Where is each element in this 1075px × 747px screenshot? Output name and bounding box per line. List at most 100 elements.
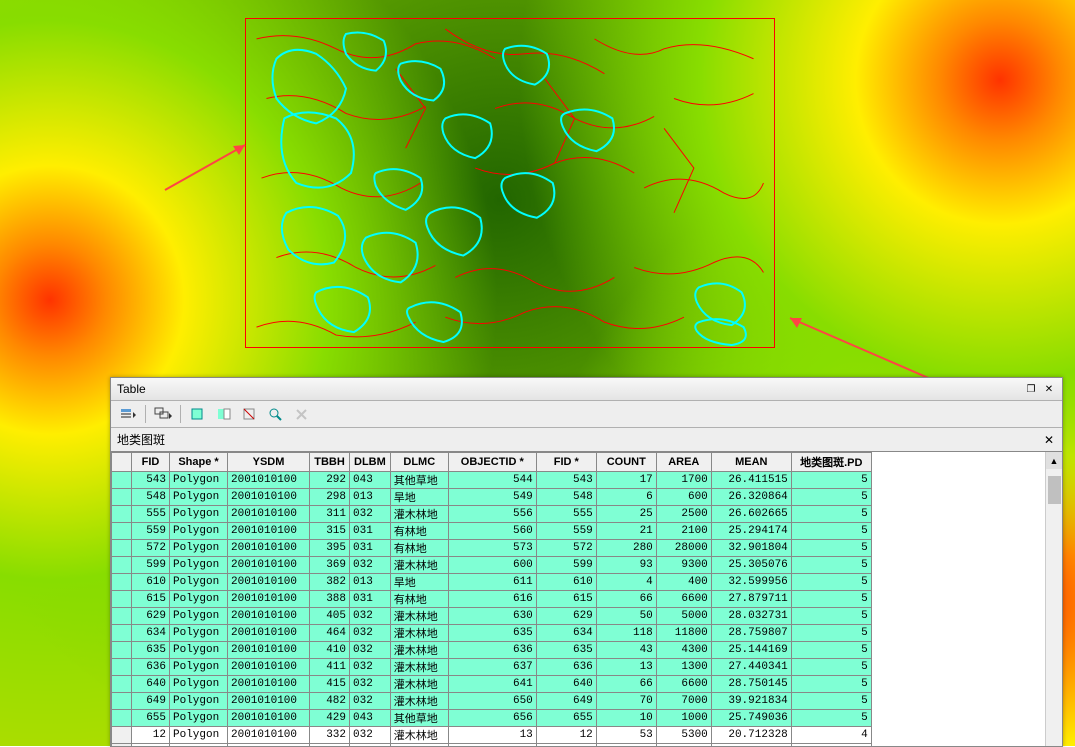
cell-ysdm[interactable]: 2001010100: [228, 574, 310, 591]
cell-tbbh[interactable]: 410: [310, 642, 350, 659]
cell-count[interactable]: 4: [596, 574, 656, 591]
cell-fid2[interactable]: 548: [536, 489, 596, 506]
cell-count[interactable]: 93: [596, 557, 656, 574]
cell-dlmc[interactable]: 灌木林地: [390, 625, 448, 642]
cell-count[interactable]: 17: [596, 472, 656, 489]
table-row[interactable]: 649 Polygon 2001010100 482 032 灌木林地 650 …: [112, 693, 872, 710]
row-header-cell[interactable]: [112, 506, 132, 523]
table-row[interactable]: 12 Polygon 2001010100 332 032 灌木林地 13 12…: [112, 727, 872, 744]
cell-pd[interactable]: 5: [791, 659, 871, 676]
cell-dlbm[interactable]: 032: [350, 642, 391, 659]
cell-dlmc[interactable]: 其他草地: [390, 472, 448, 489]
cell-pd[interactable]: 5: [791, 710, 871, 727]
cell-mean[interactable]: 27.440341: [711, 659, 791, 676]
cell-pd[interactable]: 5: [791, 591, 871, 608]
cell-ysdm[interactable]: 2001010100: [228, 557, 310, 574]
row-header-cell[interactable]: [112, 625, 132, 642]
cell-mean[interactable]: 20.712328: [711, 727, 791, 744]
cell-count[interactable]: 25: [596, 506, 656, 523]
cell-count[interactable]: 10: [596, 710, 656, 727]
cell-tbbh[interactable]: 405: [310, 608, 350, 625]
cell-tbbh[interactable]: 315: [310, 523, 350, 540]
cell-dlmc[interactable]: 旱地: [390, 489, 448, 506]
cell-dlbm[interactable]: 032: [350, 557, 391, 574]
table-row[interactable]: 610 Polygon 2001010100 382 013 旱地 611 61…: [112, 574, 872, 591]
table-row[interactable]: 640 Polygon 2001010100 415 032 灌木林地 641 …: [112, 676, 872, 693]
table-row[interactable]: 548 Polygon 2001010100 298 013 旱地 549 54…: [112, 489, 872, 506]
cell-count[interactable]: 6: [596, 489, 656, 506]
cell-dlmc[interactable]: 其他草地: [390, 710, 448, 727]
cell-fid[interactable]: 572: [132, 540, 170, 557]
select-by-attributes-button[interactable]: [187, 404, 209, 424]
cell-count[interactable]: 21: [596, 523, 656, 540]
cell-shape[interactable]: Polygon: [170, 608, 228, 625]
row-header-cell[interactable]: [112, 472, 132, 489]
cell-tbbh[interactable]: 482: [310, 693, 350, 710]
cell-shape[interactable]: Polygon: [170, 591, 228, 608]
cell-count[interactable]: 13: [596, 659, 656, 676]
cell-fid[interactable]: 559: [132, 523, 170, 540]
row-header-cell[interactable]: [112, 642, 132, 659]
cell-tbbh[interactable]: 311: [310, 506, 350, 523]
cell-dlbm[interactable]: 031: [350, 591, 391, 608]
clear-selection-button[interactable]: [239, 404, 261, 424]
cell-pd[interactable]: 5: [791, 608, 871, 625]
row-header-cell[interactable]: [112, 489, 132, 506]
col-count[interactable]: COUNT: [596, 453, 656, 472]
row-header-cell[interactable]: [112, 676, 132, 693]
related-tables-menu[interactable]: [152, 404, 174, 424]
cell-shape[interactable]: Polygon: [170, 489, 228, 506]
cell-tbbh[interactable]: 429: [310, 710, 350, 727]
close-button[interactable]: ✕: [1042, 382, 1056, 396]
cell-objectid[interactable]: 635: [448, 625, 536, 642]
cell-dlbm[interactable]: 031: [350, 540, 391, 557]
table-row[interactable]: 655 Polygon 2001010100 429 043 其他草地 656 …: [112, 710, 872, 727]
cell-pd[interactable]: 5: [791, 540, 871, 557]
cell-mean[interactable]: 27.879711: [711, 591, 791, 608]
delete-selection-button[interactable]: [291, 404, 313, 424]
row-header-cell[interactable]: [112, 710, 132, 727]
cell-fid2[interactable]: 635: [536, 642, 596, 659]
cell-dlbm[interactable]: 032: [350, 608, 391, 625]
cell-dlbm[interactable]: 032: [350, 727, 391, 744]
cell-mean[interactable]: 26.320864: [711, 489, 791, 506]
cell-area[interactable]: 5300: [656, 727, 711, 744]
cell-pd[interactable]: 5: [791, 523, 871, 540]
table-row[interactable]: 555 Polygon 2001010100 311 032 灌木林地 556 …: [112, 506, 872, 523]
cell-pd[interactable]: 5: [791, 489, 871, 506]
cell-ysdm[interactable]: 2001010100: [228, 693, 310, 710]
cell-dlbm[interactable]: 013: [350, 574, 391, 591]
tab-close-button[interactable]: ✕: [1042, 433, 1056, 447]
cell-fid[interactable]: 636: [132, 659, 170, 676]
cell-objectid[interactable]: 650: [448, 693, 536, 710]
cell-dlbm[interactable]: 031: [350, 523, 391, 540]
cell-shape[interactable]: Polygon: [170, 523, 228, 540]
cell-shape[interactable]: Polygon: [170, 693, 228, 710]
cell-shape[interactable]: Polygon: [170, 472, 228, 489]
cell-count[interactable]: 66: [596, 676, 656, 693]
cell-dlbm[interactable]: 032: [350, 659, 391, 676]
cell-mean[interactable]: 25.749036: [711, 710, 791, 727]
cell-mean[interactable]: 39.921834: [711, 693, 791, 710]
cell-tbbh[interactable]: 415: [310, 676, 350, 693]
cell-count[interactable]: 118: [596, 625, 656, 642]
cell-ysdm[interactable]: 2001010100: [228, 625, 310, 642]
cell-fid2[interactable]: 634: [536, 625, 596, 642]
col-shape[interactable]: Shape *: [170, 453, 228, 472]
scroll-thumb[interactable]: [1048, 476, 1061, 504]
zoom-to-selection-button[interactable]: [265, 404, 287, 424]
cell-dlbm[interactable]: 032: [350, 693, 391, 710]
cell-mean[interactable]: 26.602665: [711, 506, 791, 523]
cell-tbbh[interactable]: 332: [310, 727, 350, 744]
cell-count[interactable]: 280: [596, 540, 656, 557]
cell-dlmc[interactable]: 旱地: [390, 574, 448, 591]
cell-area[interactable]: 400: [656, 574, 711, 591]
cell-area[interactable]: 2500: [656, 506, 711, 523]
cell-ysdm[interactable]: 2001010100: [228, 540, 310, 557]
cell-fid[interactable]: 543: [132, 472, 170, 489]
cell-ysdm[interactable]: 2001010100: [228, 523, 310, 540]
cell-area[interactable]: 7000: [656, 693, 711, 710]
table-row[interactable]: 572 Polygon 2001010100 395 031 有林地 573 5…: [112, 540, 872, 557]
cell-objectid[interactable]: 636: [448, 642, 536, 659]
cell-pd[interactable]: 5: [791, 472, 871, 489]
